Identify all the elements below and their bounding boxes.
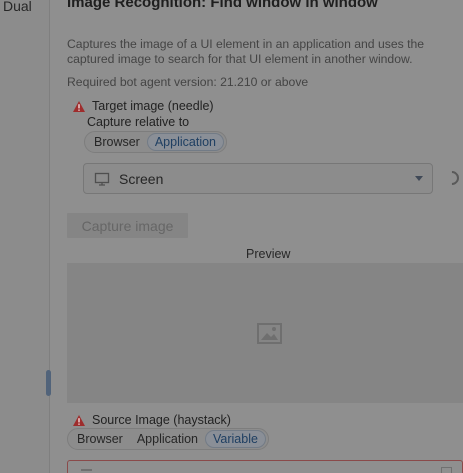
- capture-relative-label: Capture relative to: [87, 115, 190, 129]
- image-preview: [67, 263, 463, 403]
- page-title: Image Recognition: Find window in window: [67, 0, 378, 11]
- source-option-application[interactable]: Application: [130, 430, 205, 448]
- find-window-panel: Dual Image Recognition: Find window in w…: [0, 0, 463, 473]
- source-image-label: Source Image (haystack): [92, 413, 231, 427]
- warning-icon: [73, 415, 85, 426]
- capture-relative-toggle[interactable]: Browser Application: [84, 131, 227, 153]
- monitor-icon: [94, 172, 110, 186]
- field-variable-icon: [81, 469, 92, 471]
- source-image-label-row: Source Image (haystack): [72, 413, 231, 428]
- source-option-browser[interactable]: Browser: [70, 430, 130, 448]
- source-image-toggle[interactable]: Browser Application Variable: [67, 428, 269, 450]
- chevron-down-icon[interactable]: [415, 176, 423, 181]
- warning-icon: [73, 101, 85, 112]
- source-option-variable[interactable]: Variable: [205, 430, 266, 448]
- window-select[interactable]: Screen: [83, 163, 433, 194]
- spinner-icon: [442, 168, 462, 188]
- main-content: Image Recognition: Find window in window…: [67, 0, 463, 473]
- preview-label: Preview: [246, 247, 291, 261]
- target-image-label-row: Target image (needle): [72, 99, 214, 114]
- sidebar-tab-dual[interactable]: Dual: [3, 0, 32, 15]
- capture-option-browser[interactable]: Browser: [87, 133, 147, 151]
- sidebar-scroll-thumb[interactable]: [46, 370, 51, 396]
- capture-image-button[interactable]: Capture image: [67, 213, 188, 238]
- required-bot-agent-version: Required bot agent version: 21.210 or ab…: [67, 75, 309, 89]
- action-description: Captures the image of a UI element in an…: [67, 37, 425, 66]
- target-image-label: Target image (needle): [92, 99, 214, 113]
- field-action-icon[interactable]: [441, 467, 452, 473]
- window-select-value: Screen: [119, 171, 164, 187]
- image-icon: [257, 323, 282, 344]
- sidebar: Dual: [0, 0, 51, 473]
- capture-option-application[interactable]: Application: [146, 133, 224, 151]
- source-image-variable-field[interactable]: [67, 460, 463, 473]
